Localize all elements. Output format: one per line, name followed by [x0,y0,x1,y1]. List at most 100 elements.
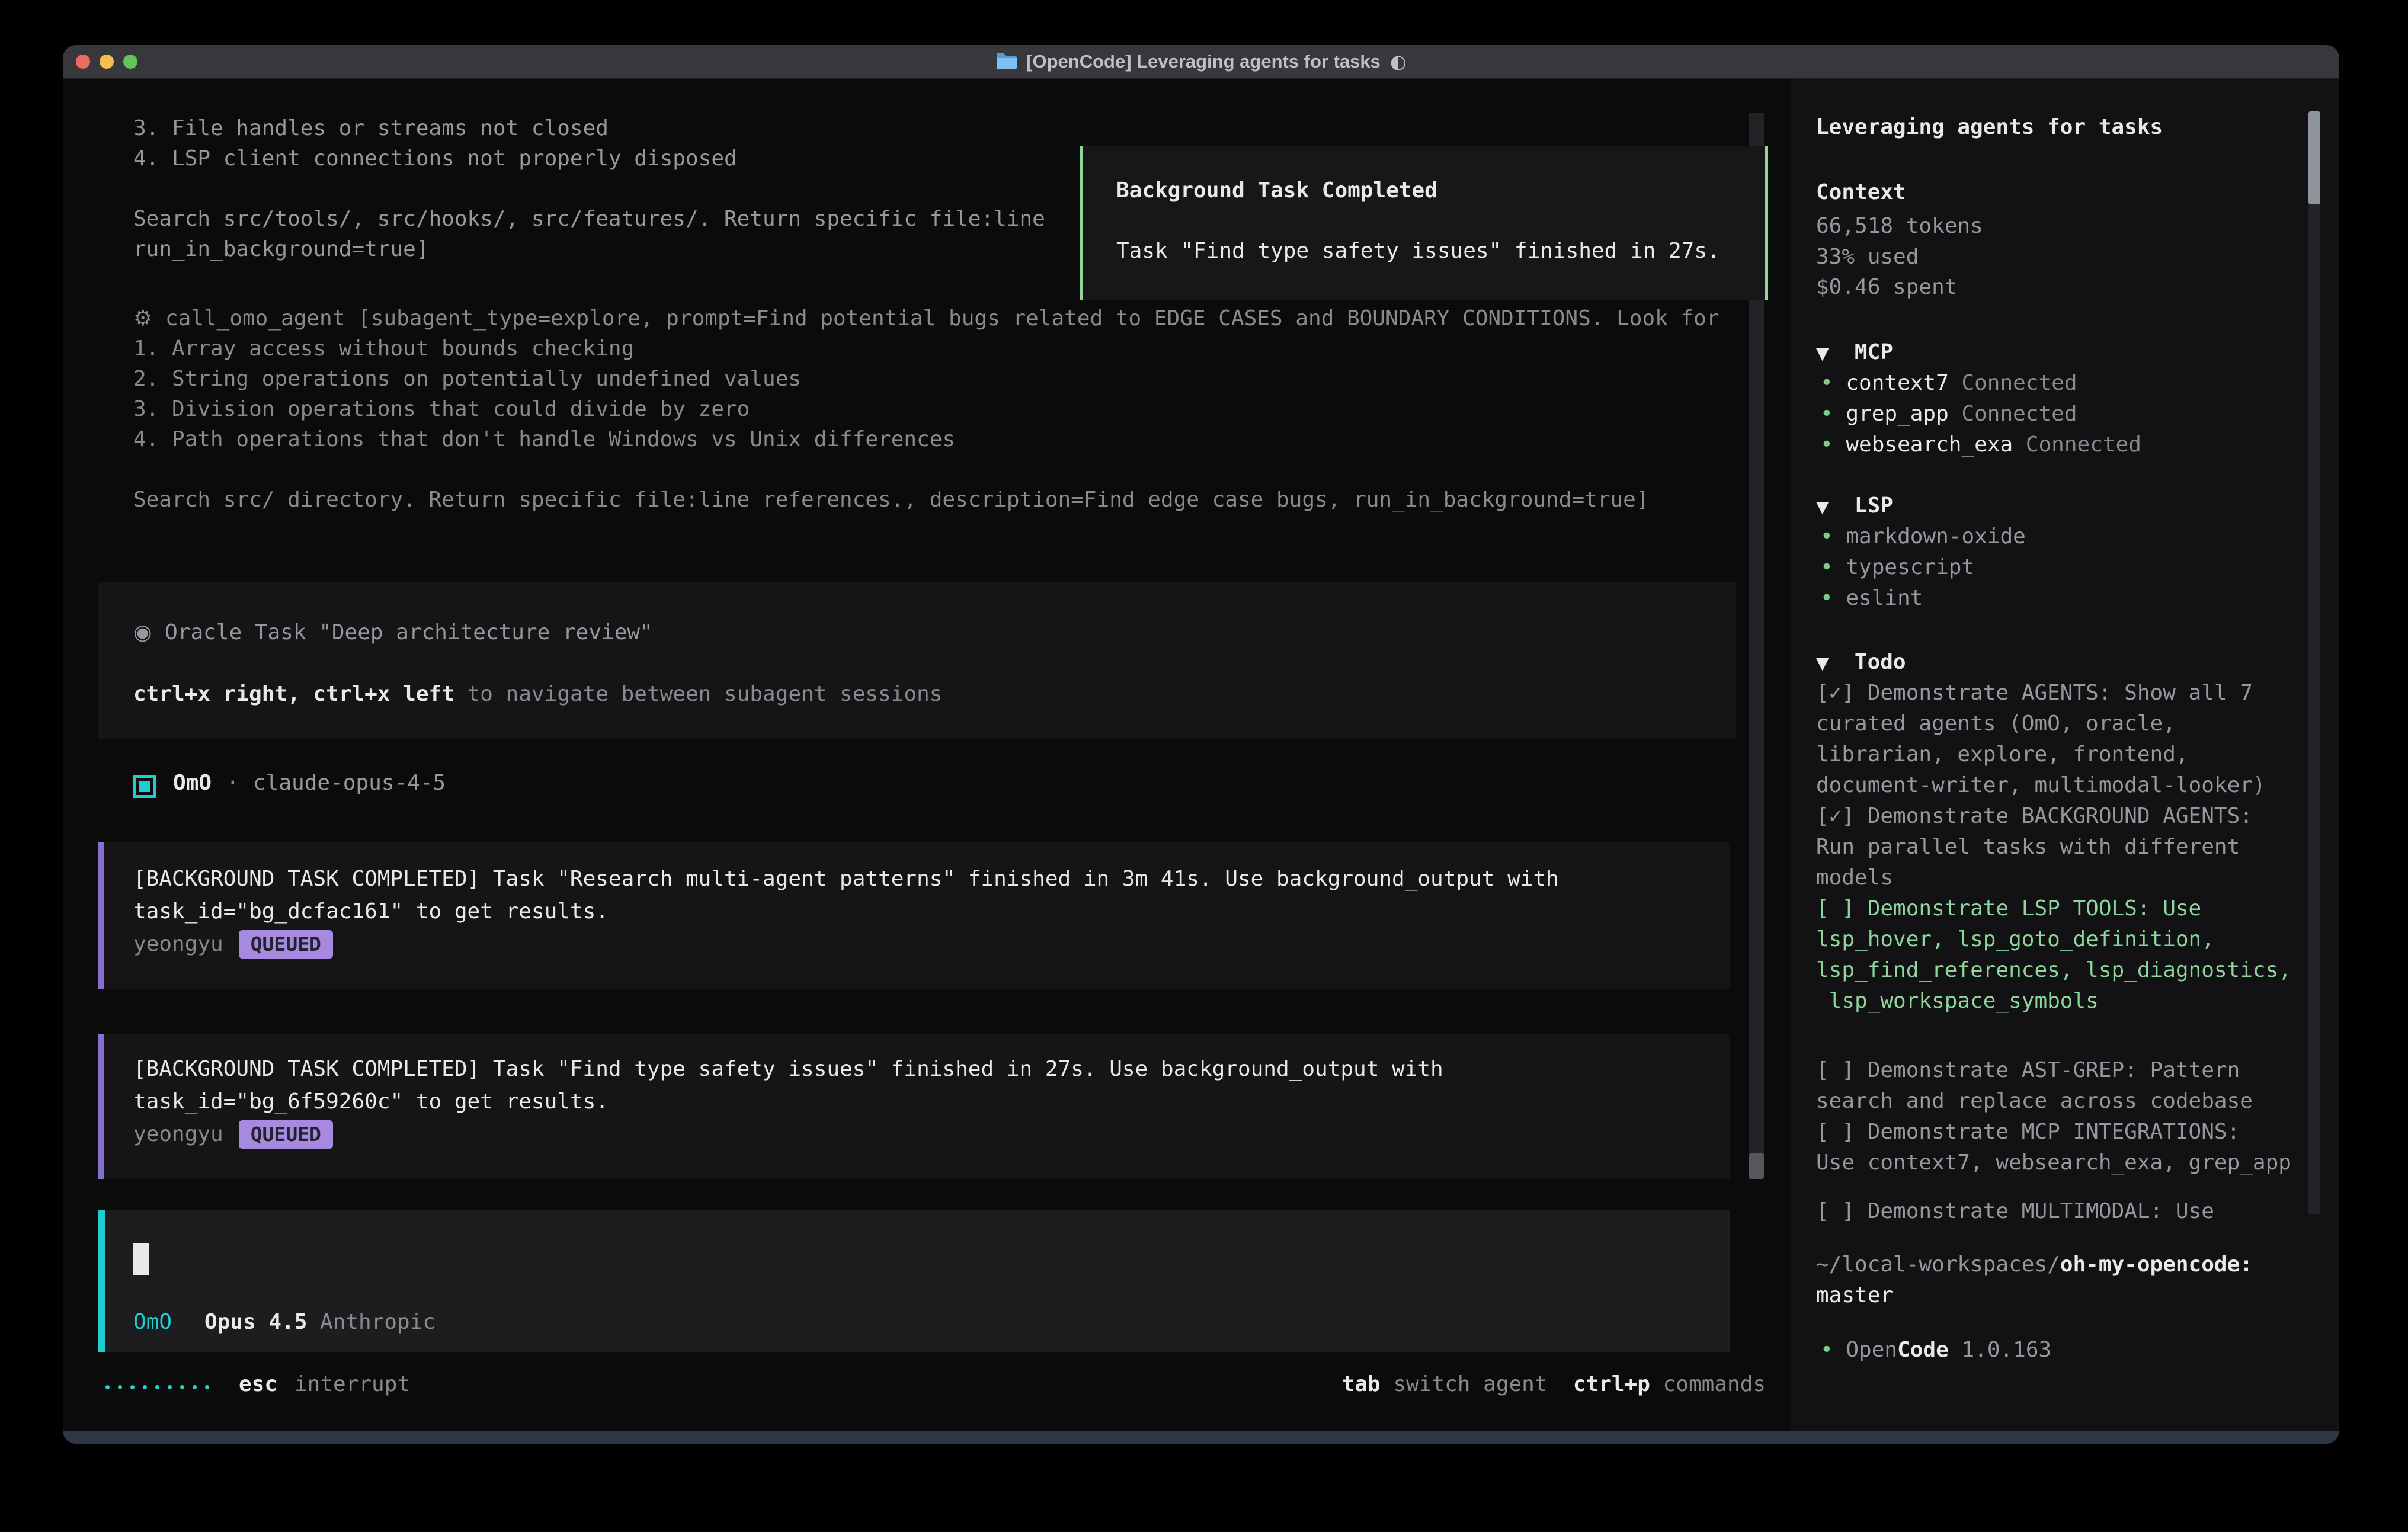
session-title: Leveraging agents for tasks [1816,114,2163,140]
tool-call-line: 2. String operations on potentially unde… [133,366,801,392]
progress-icon: ◐ [1390,50,1407,73]
task-message-line: task_id="bg_dcfac161" to get results. [133,899,609,925]
workspace-branch: master [1816,1283,1893,1309]
task-message-line: task_id="bg_6f59260c" to get results. [133,1089,609,1115]
agent-icon [133,775,156,798]
window-bottom-edge [63,1431,2339,1444]
folder-icon [995,52,1017,72]
shortcut-label-interrupt: interrupt [294,1371,410,1398]
shortcut-label-commands: commands [1663,1372,1766,1396]
tool-call-line: 3. Division operations that could divide… [133,396,750,422]
window-title-group: [OpenCode] Leveraging agents for tasks ◐ [995,50,1407,73]
lsp-item: • markdown-oxide [1820,524,2026,550]
agent-separator: · [226,770,239,796]
chat-line: 3. File handles or streams not closed [133,116,609,142]
todo-line-active: [ ] Demonstrate LSP TOOLS: Use [1816,896,2201,922]
todo-line-active: lsp_workspace_symbols [1816,988,2099,1014]
shortcut-key-ctrl-p: ctrl+p [1573,1372,1650,1396]
todo-line-pending: [ ] Demonstrate MCP INTEGRATIONS: [1816,1119,2240,1145]
shortcut-key-tab: tab [1342,1372,1381,1396]
tool-call-line: Search src/ directory. Return specific f… [133,487,1649,513]
mcp-item: • context7 Connected [1820,370,2077,396]
lsp-item: • typescript [1820,555,1974,581]
tool-call-line: ⚙ call_omo_agent [subagent_type=explore,… [133,306,1719,332]
todo-line-done: Run parallel tasks with different [1816,834,2240,860]
toast-notification[interactable]: Background Task Completed Task "Find typ… [1080,146,1768,300]
todo-line-pending: Use context7, websearch_exa, grep_app [1816,1150,2291,1176]
agent-name: OmO [173,770,212,796]
task-message-line: [BACKGROUND TASK COMPLETED] Task "Find t… [133,1056,1443,1082]
window-title: [OpenCode] Leveraging agents for tasks [1026,51,1381,72]
record-icon: ◉ [133,620,152,645]
traffic-lights [76,55,137,69]
section-header-todo[interactable]: ▼ Todo [1816,649,1906,675]
task-user: yeongyu [133,1122,223,1146]
todo-line-active: lsp_find_references, lsp_diagnostics, [1816,957,2291,983]
oracle-task-title: ◉ Oracle Task "Deep architecture review" [133,620,653,646]
chevron-down-icon: ▼ [1816,497,1829,517]
todo-line-pending: search and replace across codebase [1816,1088,2253,1114]
status-dot-icon: • [1820,432,1833,457]
todo-line-done: librarian, explore, frontend, [1816,742,2189,768]
titlebar: [OpenCode] Leveraging agents for tasks ◐ [63,45,2339,79]
agent-icon-fill [139,781,150,792]
chevron-down-icon: ▼ [1816,653,1829,673]
shortcut-label-switch-agent [1381,1372,1394,1396]
status-dot-icon: • [1820,555,1833,579]
oracle-task-hint: ctrl+x right, ctrl+x left to navigate be… [133,681,942,707]
lsp-item: • eslint [1820,585,1923,611]
tool-call-line: 1. Array access without bounds checking [133,336,634,362]
statusbar-right: tab switch agent ctrl+p commands [1342,1371,1766,1398]
mcp-item: • grep_app Connected [1820,401,2077,427]
task-message-meta: yeongyu QUEUED [133,930,333,956]
toast-title: Background Task Completed [1116,178,1437,204]
todo-line-done: models [1816,865,1893,891]
todo-line-pending: [ ] Demonstrate MULTIMODAL: Use [1816,1198,2214,1225]
input-agent-label: OmO [133,1309,172,1335]
context-heading: Context [1816,180,1906,206]
chevron-down-icon: ▼ [1816,344,1829,363]
input-provider-label: Anthropic [320,1309,436,1335]
todo-line-pending: [ ] Demonstrate AST-GREP: Pattern [1816,1057,2240,1084]
close-button[interactable] [76,55,90,69]
text-cursor [133,1243,149,1275]
chat-line: 4. LSP client connections not properly d… [133,146,737,172]
chat-line: Search src/tools/, src/hooks/, src/featu… [133,206,1045,232]
todo-line-done: curated agents (OmO, oracle, [1816,711,2176,737]
task-message-meta: yeongyu QUEUED [133,1120,333,1146]
tool-call-line: 4. Path operations that don't handle Win… [133,427,955,453]
input-model-label: Opus 4.5 [204,1309,307,1335]
context-used: 33% used [1816,244,1919,270]
chat-scrollbar-thumb[interactable] [1749,1153,1764,1179]
status-dot-icon: • [1820,1338,1833,1362]
status-badge: QUEUED [239,930,333,959]
shortcut-key-esc: esc [239,1371,277,1398]
zoom-button[interactable] [123,55,137,69]
section-header-mcp[interactable]: ▼ MCP [1816,339,1893,366]
status-dot-icon: • [1820,524,1833,549]
chat-line: run_in_background=true] [133,236,429,262]
minimize-button[interactable] [100,55,114,69]
agent-model: claude-opus-4-5 [253,770,446,796]
app-version: • OpenCode 1.0.163 [1820,1337,2051,1363]
task-user: yeongyu [133,932,223,956]
spinner-dots [105,1385,209,1389]
section-header-lsp[interactable]: ▼ LSP [1816,493,1893,519]
context-tokens: 66,518 tokens [1816,213,1983,239]
desktop: [OpenCode] Leveraging agents for tasks ◐… [0,0,2408,1532]
mcp-item: • websearch_exa Connected [1820,432,2141,458]
terminal-window: [OpenCode] Leveraging agents for tasks ◐… [63,45,2339,1444]
toast-body: Task "Find type safety issues" finished … [1116,238,1720,264]
status-badge: QUEUED [239,1120,333,1149]
sidebar-scrollbar-thumb[interactable] [2308,111,2320,204]
todo-line-done: document-writer, multimodal-looker) [1816,773,2266,799]
todo-line-done: [✓] Demonstrate AGENTS: Show all 7 [1816,680,2253,706]
workspace-path: ~/local-workspaces/oh-my-opencode: [1816,1252,2253,1278]
status-dot-icon: • [1820,402,1833,426]
sidebar-scrollbar-track[interactable] [2308,111,2320,1214]
gear-icon: ⚙ [133,306,152,331]
task-message-line: [BACKGROUND TASK COMPLETED] Task "Resear… [133,866,1559,892]
status-dot-icon: • [1820,371,1833,395]
todo-line-done: [✓] Demonstrate BACKGROUND AGENTS: [1816,803,2253,829]
todo-line-active: lsp_hover, lsp_goto_definition, [1816,927,2214,953]
